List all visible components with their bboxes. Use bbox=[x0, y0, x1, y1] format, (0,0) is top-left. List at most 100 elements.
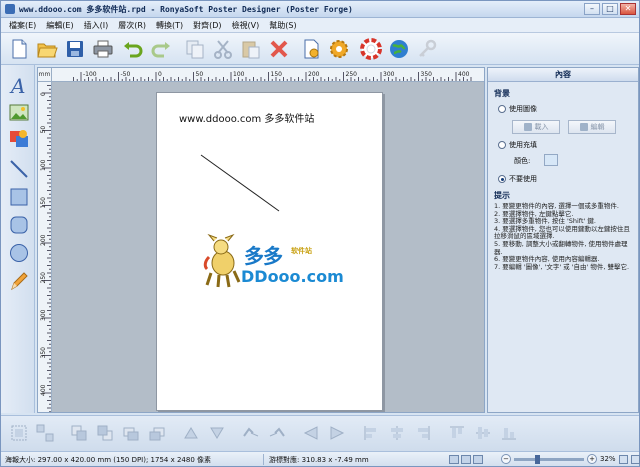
align-middle-button[interactable] bbox=[413, 424, 433, 442]
menu-view[interactable]: 檢視(V) bbox=[228, 18, 266, 32]
distribute-vertical-button[interactable] bbox=[499, 424, 519, 442]
menu-layer[interactable]: 層次(R) bbox=[114, 18, 152, 32]
tip-item: 4. 要選擇物件, 您也可以使用鍵動以左鍵按住且拉移滑鼠的區域選擇. bbox=[494, 224, 630, 241]
fill-color-swatch[interactable] bbox=[544, 154, 558, 166]
align-left-button[interactable] bbox=[301, 424, 321, 442]
properties-button[interactable] bbox=[299, 37, 323, 61]
bring-front-button[interactable] bbox=[69, 424, 89, 442]
text-tool[interactable]: A bbox=[7, 73, 31, 97]
save-button[interactable] bbox=[63, 37, 87, 61]
actual-size-icon[interactable] bbox=[630, 454, 640, 464]
use-fill-radio[interactable]: 使用充填 bbox=[498, 140, 537, 150]
align-right-button[interactable] bbox=[361, 424, 381, 442]
color-label: 顏色: bbox=[514, 157, 531, 165]
svg-text:A: A bbox=[9, 74, 25, 96]
align-center-icon bbox=[330, 426, 345, 440]
align-right-icon bbox=[364, 426, 376, 440]
group-button[interactable] bbox=[9, 424, 29, 442]
radio-selected-icon bbox=[498, 175, 506, 183]
mascot-image[interactable] bbox=[203, 233, 243, 289]
distribute-v-icon bbox=[502, 428, 516, 440]
zoom-slider-thumb[interactable] bbox=[534, 454, 540, 464]
poster-page[interactable]: www.ddooo.com 多多软件站 多多 软件站 DDooo.com bbox=[156, 92, 383, 411]
arrange-toolbar bbox=[1, 415, 639, 451]
bring-forward-button[interactable] bbox=[121, 424, 141, 442]
cut-button[interactable] bbox=[211, 37, 235, 61]
maximize-button[interactable]: □ bbox=[602, 3, 618, 15]
key-button[interactable] bbox=[415, 37, 439, 61]
use-image-radio[interactable]: 使用圖像 bbox=[498, 104, 537, 114]
distribute-horizontal-button[interactable] bbox=[473, 424, 493, 442]
settings-button[interactable] bbox=[327, 37, 351, 61]
zoom-in-button[interactable]: + bbox=[587, 454, 597, 464]
send-backward-button[interactable] bbox=[147, 424, 167, 442]
rectangle-tool[interactable] bbox=[7, 185, 31, 209]
rotate-right-button[interactable] bbox=[207, 424, 227, 442]
fit-page-icon[interactable] bbox=[618, 454, 628, 464]
ruler-label: 400 bbox=[40, 384, 47, 396]
zoom-slider[interactable] bbox=[514, 454, 584, 464]
horizontal-ruler[interactable]: -100 -50 0 50 100 150 200 250 300 350 400 bbox=[52, 68, 485, 82]
copy-button[interactable] bbox=[183, 37, 207, 61]
undo-icon bbox=[124, 42, 143, 58]
title-bar: www.ddooo.com 多多软件站.rpd - RonyaSoft Post… bbox=[1, 1, 639, 18]
no-background-radio[interactable]: 不要使用 bbox=[498, 174, 537, 184]
ruler-label: 250 bbox=[346, 71, 358, 78]
delete-button[interactable] bbox=[267, 37, 291, 61]
tip-item: 7. 要編輯 '圖像', '文字' 或 '自由' 物件, 雙擊它. bbox=[494, 262, 630, 271]
menu-insert[interactable]: 插入(I) bbox=[80, 18, 115, 32]
app-window: www.ddooo.com 多多软件站.rpd - RonyaSoft Post… bbox=[0, 0, 640, 467]
menu-edit[interactable]: 編輯(E) bbox=[42, 18, 79, 32]
view-grid-icon[interactable] bbox=[449, 455, 459, 464]
redo-button[interactable] bbox=[149, 37, 173, 61]
design-workspace: mm -100 -50 0 50 100 150 200 250 300 350 400 0 50 10… bbox=[37, 67, 485, 413]
rotate-left-icon bbox=[184, 427, 198, 439]
view-page-icon[interactable] bbox=[461, 455, 471, 464]
zoom-out-button[interactable]: − bbox=[501, 454, 511, 464]
edit-image-button[interactable]: 編輯 bbox=[568, 120, 616, 134]
print-button[interactable] bbox=[91, 37, 115, 61]
flip-horizontal-button[interactable] bbox=[241, 424, 261, 442]
vertical-ruler[interactable]: 0 50 100 150 200 250 300 350 400 bbox=[38, 82, 52, 413]
rounded-rectangle-tool[interactable] bbox=[7, 213, 31, 237]
menu-transform[interactable]: 轉換(T) bbox=[152, 18, 189, 32]
pencil-tool[interactable] bbox=[7, 269, 31, 293]
rotate-left-button[interactable] bbox=[181, 424, 201, 442]
canvas-area[interactable]: www.ddooo.com 多多软件站 多多 软件站 DDooo.com bbox=[52, 82, 484, 412]
open-button[interactable] bbox=[35, 37, 59, 61]
tips-section-title: 提示 bbox=[494, 191, 510, 200]
menu-align[interactable]: 對齊(D) bbox=[189, 18, 227, 32]
line-tool[interactable] bbox=[7, 157, 31, 181]
background-section-title: 背景 bbox=[494, 89, 510, 98]
flip-vertical-button[interactable] bbox=[267, 424, 287, 442]
new-button[interactable] bbox=[7, 37, 31, 61]
clipart-tool-icon bbox=[10, 130, 28, 147]
ungroup-button[interactable] bbox=[35, 424, 55, 442]
app-icon bbox=[5, 4, 15, 14]
print-icon bbox=[93, 40, 113, 58]
help-button[interactable] bbox=[359, 37, 383, 61]
save-icon bbox=[67, 41, 83, 57]
zoom-level: 32% bbox=[600, 455, 616, 463]
undo-button[interactable] bbox=[121, 37, 145, 61]
web-icon bbox=[390, 40, 408, 58]
align-bottom-button[interactable] bbox=[447, 424, 467, 442]
close-button[interactable]: ✕ bbox=[620, 3, 636, 15]
web-button[interactable] bbox=[387, 37, 411, 61]
menu-help[interactable]: 幫助(S) bbox=[265, 18, 302, 32]
logo-english-text[interactable]: DDooo.com bbox=[241, 267, 344, 286]
paste-button[interactable] bbox=[239, 37, 263, 61]
open-icon bbox=[37, 43, 58, 58]
minimize-button[interactable]: – bbox=[584, 3, 600, 15]
ellipse-tool[interactable] bbox=[7, 241, 31, 265]
logo-chinese-text[interactable]: 多多 bbox=[244, 240, 283, 269]
align-center-button[interactable] bbox=[327, 424, 347, 442]
send-back-button[interactable] bbox=[95, 424, 115, 442]
load-button[interactable]: 載入 bbox=[512, 120, 560, 134]
clipart-tool[interactable] bbox=[7, 127, 31, 151]
image-tool[interactable] bbox=[7, 101, 31, 125]
view-fit-icon[interactable] bbox=[473, 455, 483, 464]
align-top-button[interactable] bbox=[387, 424, 407, 442]
menu-file[interactable]: 檔案(E) bbox=[5, 18, 42, 32]
logo-subtitle-text[interactable]: 软件站 bbox=[291, 246, 312, 256]
